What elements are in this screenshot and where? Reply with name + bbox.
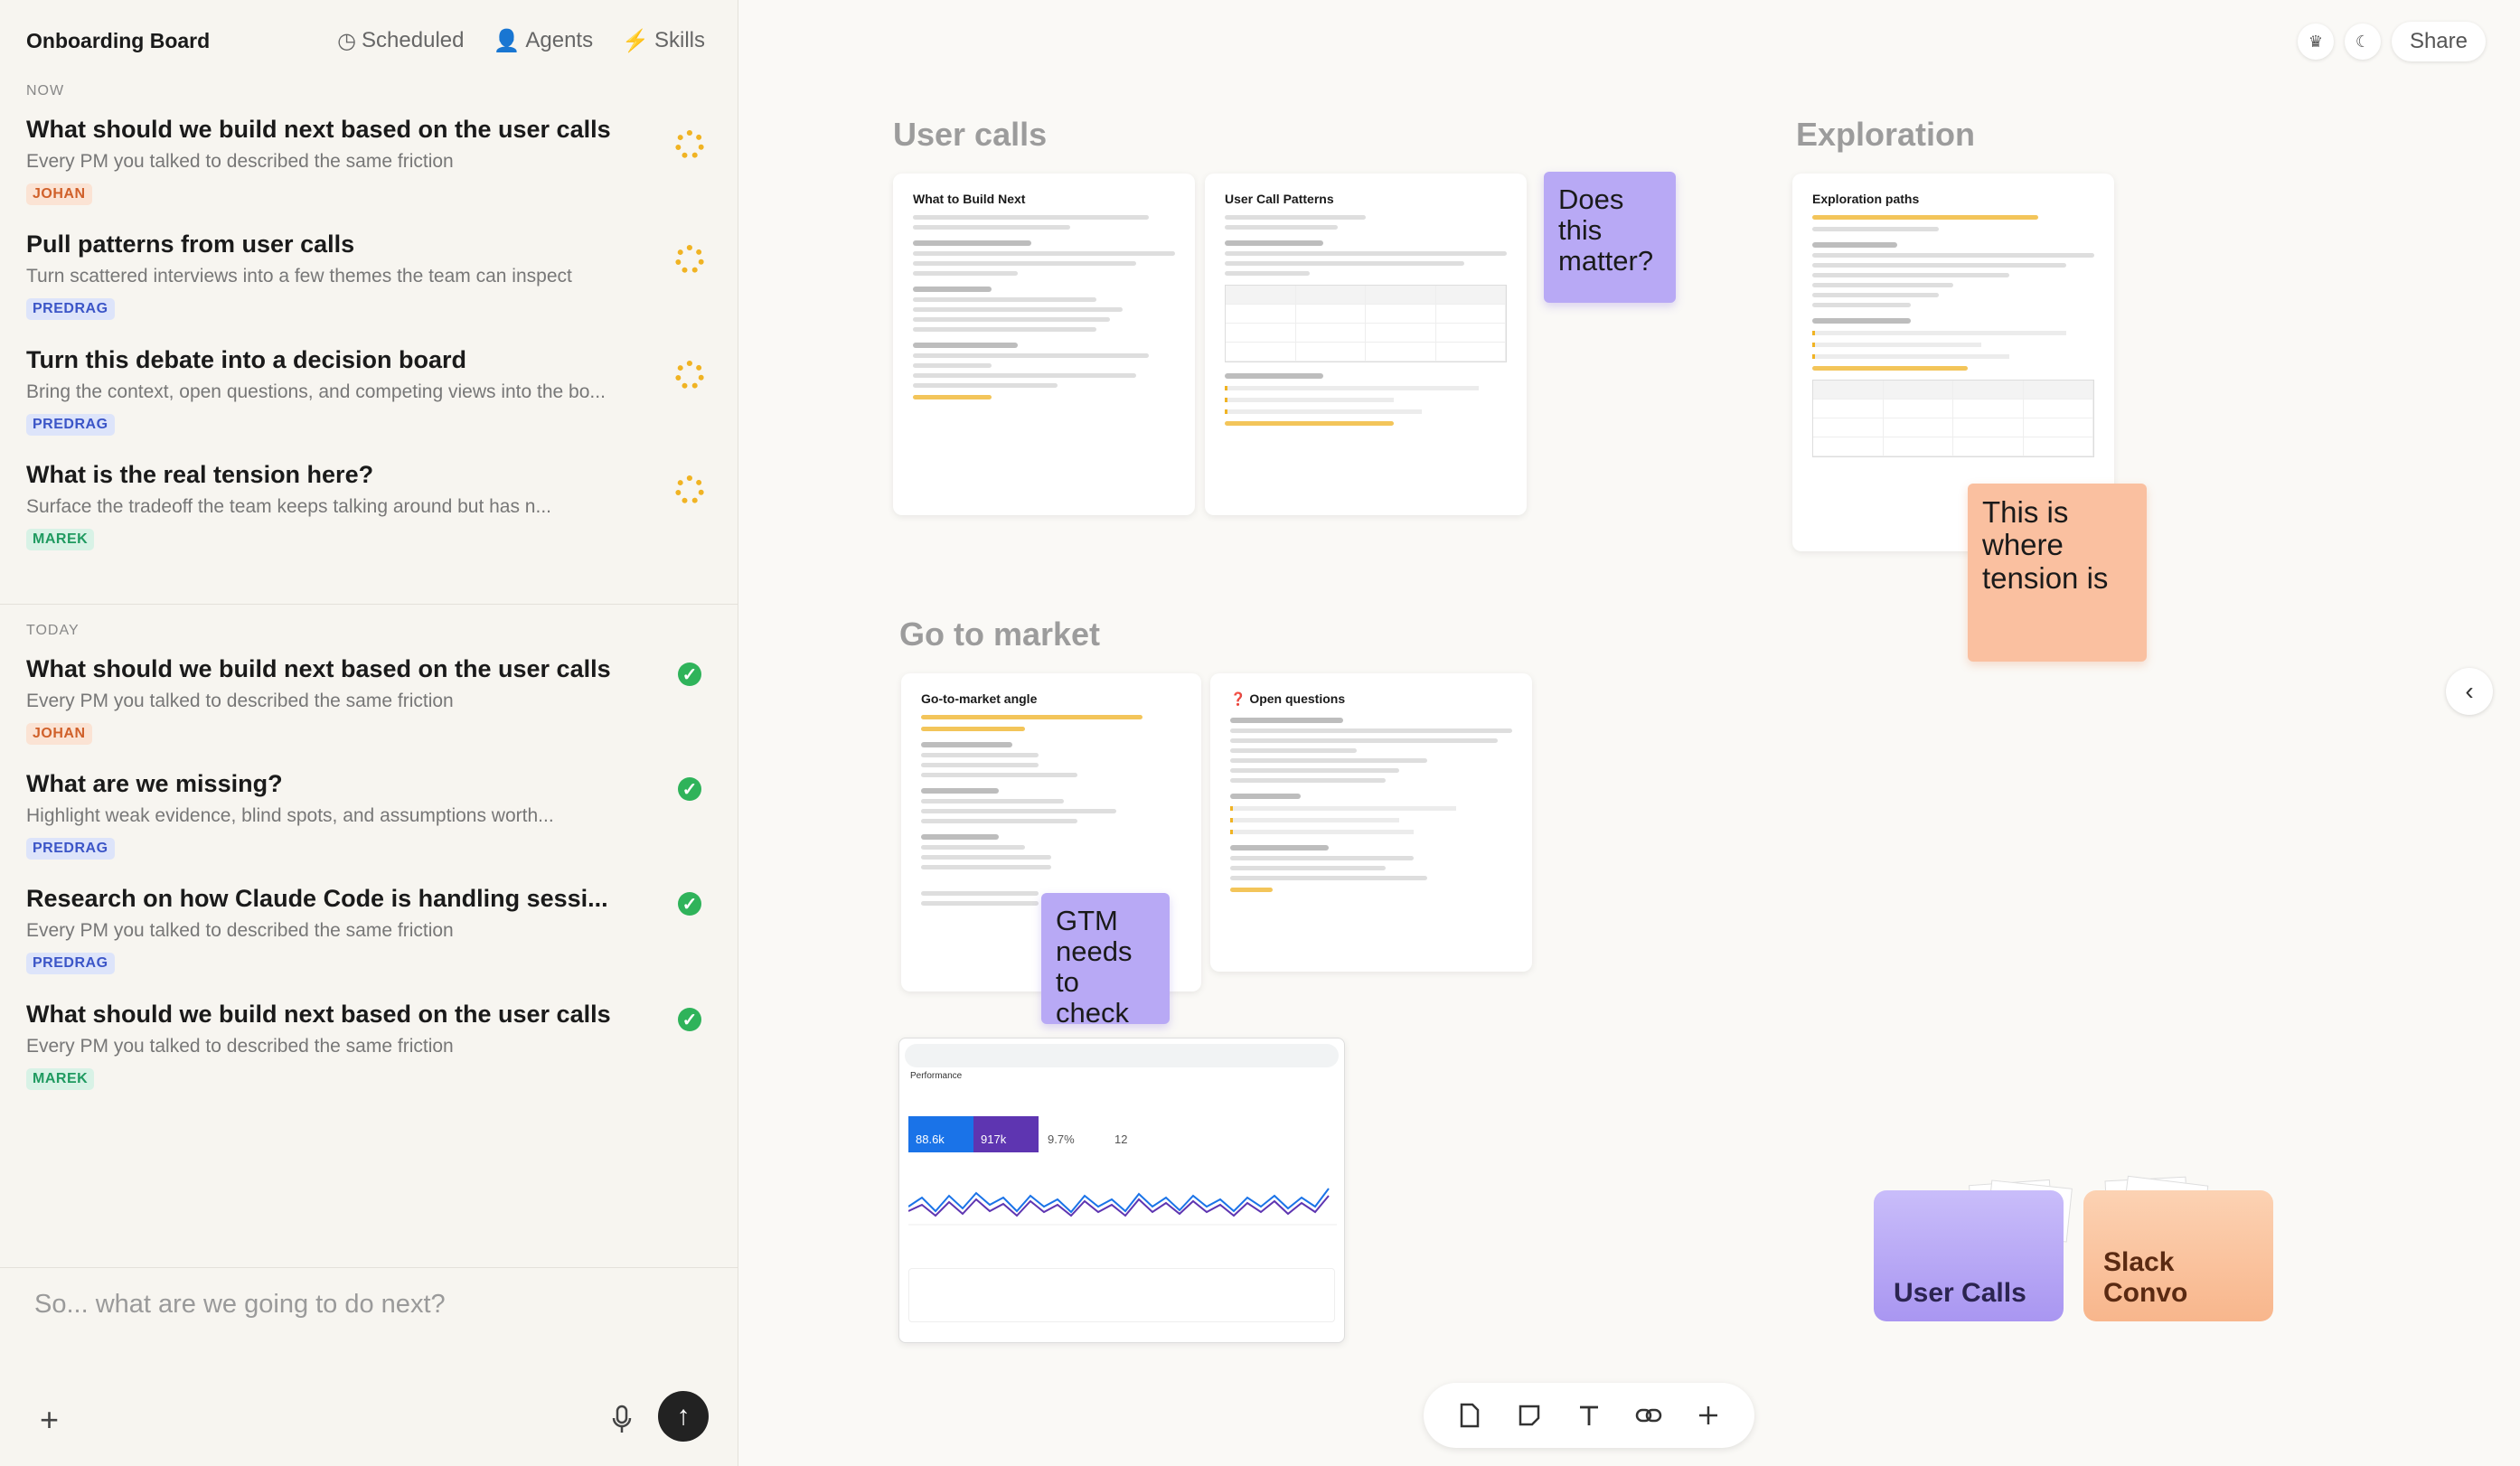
owner-badge: MAREK [26,529,95,550]
sticky-note-gtm[interactable]: GTM needs to check [1041,893,1170,1029]
task-item[interactable]: What should we build next based on the u… [26,655,713,745]
check-icon: ✓ [678,892,701,916]
card-open-questions[interactable]: ❓ Open questions [1210,673,1532,972]
metric-position: 12 [1114,1132,1128,1146]
exploration-table [1812,380,2094,457]
add-icon[interactable] [1695,1402,1722,1429]
nav-scheduled-label: Scheduled [362,28,465,52]
owner-badge: PREDRAG [26,298,115,320]
task-subtitle: Every PM you talked to described the sam… [26,920,454,941]
task-title: What is the real tension here? [26,461,374,488]
task-item[interactable]: What is the real tension here? Surface t… [26,461,713,550]
task-title: Turn this debate into a decision board [26,346,467,373]
folder-slack-convo[interactable]: Slack Convo [2083,1190,2273,1321]
folder-user-calls[interactable]: User Calls [1874,1190,2064,1321]
sidebar-header: Onboarding Board ◷ Scheduled 👤 Agents ⚡ Ski… [26,25,705,56]
moon-icon[interactable]: ☾ [2344,23,2381,60]
task-item[interactable]: What are we missing? Highlight weak evid… [26,770,713,860]
card-title: Go-to-market angle [921,691,1038,706]
task-item[interactable]: Research on how Claude Code is handling … [26,885,713,974]
spinner-icon [675,361,704,390]
patterns-table [1225,285,1507,362]
person-icon: 👤 [493,28,521,53]
owner-badge: PREDRAG [26,838,115,860]
task-subtitle: Surface the tradeoff the team keeps talk… [26,496,551,517]
dashboard-search-bar [905,1044,1339,1067]
card-title: Exploration paths [1812,192,1920,206]
card-title: User Call Patterns [1225,192,1334,206]
link-icon[interactable] [1635,1402,1662,1429]
task-subtitle: Turn scattered interviews into a few the… [26,266,572,287]
spinner-icon [675,475,704,504]
clock-icon: ◷ [337,28,357,53]
task-title: What should we build next based on the u… [26,1001,611,1028]
task-title: What should we build next based on the u… [26,655,611,682]
task-item[interactable]: What should we build next based on the u… [26,116,713,205]
section-title-exploration: Exploration [1796,116,1976,153]
section-label-today: TODAY [26,623,80,638]
composer: So... what are we going to do next? + [0,1267,738,1466]
owner-badge: JOHAN [26,723,92,745]
sidebar-nav: ◷ Scheduled 👤 Agents ⚡ Skills [337,28,705,54]
nav-agents[interactable]: 👤 Agents [493,28,593,54]
spinner-icon [675,130,704,159]
card-title: ❓ Open questions [1230,691,1346,706]
task-title: Pull patterns from user calls [26,230,355,258]
lightning-icon: ⚡ [622,28,649,53]
task-title: What should we build next based on the u… [26,116,611,143]
card-user-call-patterns[interactable]: User Call Patterns [1205,174,1527,515]
dashboard-screenshot[interactable]: Performance 88.6k 917k 9.7% 12 [898,1038,1345,1343]
composer-input[interactable]: So... what are we going to do next? [34,1290,446,1320]
share-button[interactable]: Share [2391,22,2486,61]
send-button[interactable]: ↑ [658,1391,709,1442]
section-label-now: NOW [26,83,65,99]
task-subtitle: Every PM you talked to described the sam… [26,1036,454,1057]
metric-ctr: 9.7% [1048,1132,1075,1146]
document-icon[interactable] [1456,1402,1483,1429]
owner-badge: JOHAN [26,183,92,205]
nav-scheduled[interactable]: ◷ Scheduled [337,28,464,54]
check-icon: ✓ [678,663,701,686]
dashboard-title: Performance [910,1071,963,1081]
task-title: Research on how Claude Code is handling … [26,885,608,912]
collapse-panel-button[interactable]: ‹ [2446,668,2493,715]
nav-skills[interactable]: ⚡ Skills [622,28,705,54]
sticky-note-tension[interactable]: This is where tension is [1968,484,2147,662]
task-title: What are we missing? [26,770,283,797]
canvas-toolbar [1424,1383,1754,1448]
check-icon: ✓ [678,1008,701,1031]
text-icon[interactable] [1575,1402,1603,1429]
card-title: What to Build Next [913,192,1026,206]
task-subtitle: Bring the context, open questions, and c… [26,381,606,402]
board-title: Onboarding Board [26,28,211,52]
owner-badge: PREDRAG [26,414,115,436]
task-item[interactable]: What should we build next based on the u… [26,1001,713,1090]
section-title-go-to-market: Go to market [899,616,1101,653]
card-what-to-build[interactable]: What to Build Next [893,174,1195,515]
check-icon: ✓ [678,777,701,801]
add-attachment-button[interactable]: + [40,1404,59,1436]
nav-agents-label: Agents [525,28,594,52]
metric-clicks: 88.6k [908,1116,973,1152]
sticky-note-icon[interactable] [1516,1402,1543,1429]
top-actions: ♛ ☾ Share [2297,22,2486,61]
task-subtitle: Every PM you talked to described the sam… [26,691,454,711]
spinner-icon [675,245,704,274]
section-divider [0,604,738,605]
sticky-note-matter[interactable]: Does this matter? [1544,172,1676,303]
sidebar: Onboarding Board ◷ Scheduled 👤 Agents ⚡ Ski… [0,0,738,1466]
owner-badge: PREDRAG [26,953,115,974]
performance-chart [908,1188,1337,1226]
nav-skills-label: Skills [654,28,705,52]
task-item[interactable]: Pull patterns from user calls Turn scatt… [26,230,713,320]
task-subtitle: Every PM you talked to described the sam… [26,151,454,172]
crown-icon[interactable]: ♛ [2297,23,2334,60]
task-subtitle: Highlight weak evidence, blind spots, an… [26,805,554,826]
owner-badge: MAREK [26,1068,95,1090]
task-item[interactable]: Turn this debate into a decision board B… [26,346,713,436]
microphone-icon[interactable] [611,1405,633,1435]
metric-impressions: 917k [973,1116,1039,1152]
section-title-user-calls: User calls [893,116,1048,153]
